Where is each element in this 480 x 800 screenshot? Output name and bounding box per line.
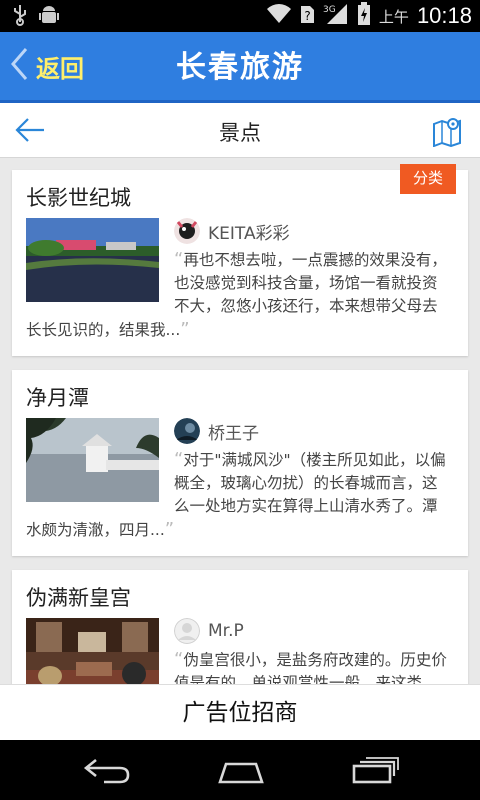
reviewer-name: Mr.P xyxy=(208,621,244,641)
map-icon[interactable] xyxy=(432,115,462,151)
home-icon[interactable] xyxy=(214,754,268,790)
sub-navigation: 景点 xyxy=(0,103,480,158)
avatar xyxy=(174,418,200,444)
category-tag[interactable]: 分类 xyxy=(400,164,456,194)
app-title: 长春旅游 xyxy=(176,50,304,85)
sim-unknown-icon: ? xyxy=(299,4,315,29)
time-ampm: 上午 xyxy=(378,8,409,26)
reviewer-name: 桥王子 xyxy=(208,423,259,444)
status-bar: ? 3G 上午 10:18 xyxy=(0,0,480,32)
reviewer: 桥王子 xyxy=(174,418,259,444)
recent-apps-icon[interactable] xyxy=(350,754,400,790)
wifi-icon xyxy=(266,3,291,29)
3g-signal-icon: 3G xyxy=(323,3,349,30)
attraction-title: 长影世纪城 xyxy=(26,186,131,210)
avatar xyxy=(174,218,200,244)
reviewer: KEITA彩彩 xyxy=(174,218,290,244)
android-debug-icon xyxy=(38,4,60,31)
list-item[interactable]: 分类 长影世纪城 KEITA彩彩 “再也不想去啦，一点震撼的效果没有，也没感觉到… xyxy=(12,164,468,356)
usb-icon xyxy=(12,4,28,31)
section-title: 景点 xyxy=(219,121,261,145)
clock-time: 10:18 xyxy=(416,3,472,28)
reviewer-name: KEITA彩彩 xyxy=(208,223,290,244)
reviewer: Mr.P xyxy=(174,618,244,644)
attraction-title: 净月潭 xyxy=(26,386,89,410)
review-excerpt: “再也不想去啦，一点震撼的效果没有，也没感觉到科技含量，场馆一看就投资不大，忽悠… xyxy=(26,249,447,340)
svg-text:3G: 3G xyxy=(323,5,336,15)
avatar xyxy=(174,618,200,644)
attraction-list[interactable]: 分类 长影世纪城 KEITA彩彩 “再也不想去啦，一点震撼的效果没有，也没感觉到… xyxy=(0,158,480,684)
back-arrow-icon[interactable] xyxy=(82,754,132,790)
attraction-title: 伪满新皇宫 xyxy=(26,586,131,610)
list-item[interactable]: 净月潭 桥王子 “对于"满城风沙"（楼主所见如此，以偏概全，玻璃心勿扰）的长春城… xyxy=(12,370,468,556)
list-item[interactable]: 伪满新皇宫 Mr.P “伪皇宫很小，是盐务府改建的。历史价值是有的，单说观赏性一… xyxy=(12,570,468,684)
system-navigation-bar xyxy=(0,740,480,800)
review-excerpt: “对于"满城风沙"（楼主所见如此，以偏概全，玻璃心勿扰）的长春城而言，这么一处地… xyxy=(26,449,446,540)
svg-text:?: ? xyxy=(304,9,310,23)
battery-charging-icon xyxy=(357,1,371,31)
app-header: 返回 长春旅游 xyxy=(0,32,480,103)
review-excerpt: “伪皇宫很小，是盐务府改建的。历史价值是有的，单说观赏性一般。来这类 xyxy=(174,649,447,684)
ad-banner[interactable]: 广告位招商 xyxy=(0,684,480,741)
